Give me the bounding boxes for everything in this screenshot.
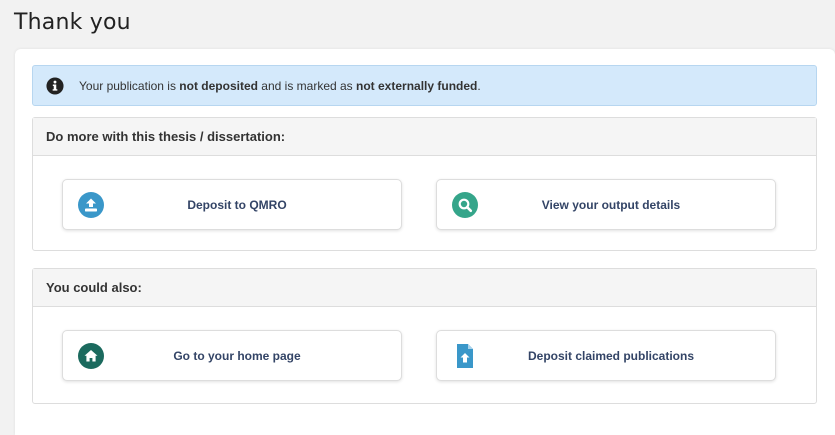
you-could-also-panel: You could also: Go to your home page Dep… [32, 268, 817, 404]
content-card: Your publication is not deposited and is… [15, 49, 835, 435]
do-more-panel: Do more with this thesis / dissertation:… [32, 117, 817, 251]
search-icon [452, 192, 478, 218]
file-upload-icon [457, 344, 473, 368]
alert-message: Your publication is not deposited and is… [79, 79, 481, 93]
panel-heading: You could also: [33, 269, 816, 307]
funding-status: not externally funded [356, 78, 478, 93]
alert-text: . [477, 78, 481, 93]
button-label: Go to your home page [173, 348, 301, 363]
deposit-claimed-publications-button[interactable]: Deposit claimed publications [436, 330, 776, 381]
alert-text: and is marked as [257, 78, 357, 93]
deposit-status: not deposited [179, 78, 258, 93]
deposit-to-qmro-button[interactable]: Deposit to QMRO [62, 179, 402, 230]
page-title: Thank you [14, 10, 131, 35]
info-circle-icon [46, 76, 64, 95]
go-to-home-page-button[interactable]: Go to your home page [62, 330, 402, 381]
view-output-details-button[interactable]: View your output details [436, 179, 776, 230]
alert-text: Your publication is [79, 78, 180, 93]
button-label: Deposit to QMRO [187, 197, 287, 212]
button-label: Deposit claimed publications [527, 348, 695, 363]
panel-heading: Do more with this thesis / dissertation: [33, 118, 816, 156]
button-label: View your output details [541, 197, 681, 212]
upload-icon [78, 192, 104, 218]
info-alert: Your publication is not deposited and is… [32, 65, 817, 106]
home-icon [78, 343, 104, 369]
